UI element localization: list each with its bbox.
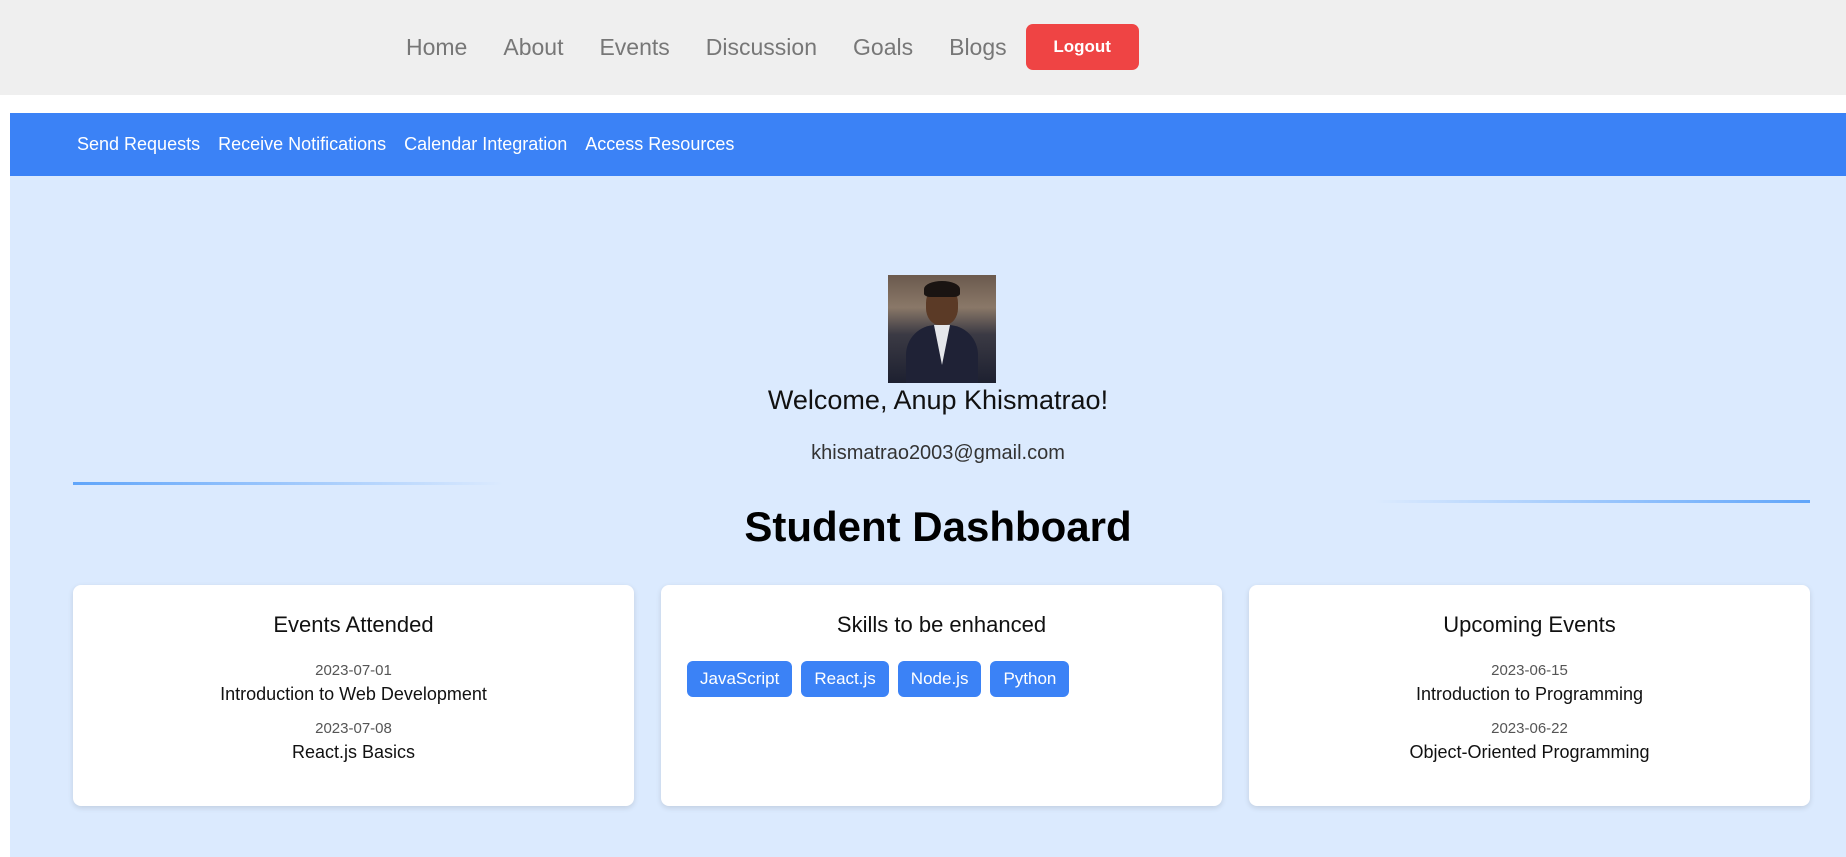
event-name: Introduction to Web Development [220,684,487,704]
nav-home-link[interactable]: Home [406,34,467,61]
skill-tag-javascript[interactable]: JavaScript [687,661,793,697]
event-date: 2023-06-22 [1491,720,1568,737]
logout-button[interactable]: Logout [1025,24,1139,70]
events-attended-title: Events Attended [273,612,434,637]
user-email: khismatrao2003@gmail.com [811,442,1065,464]
nav-goals-link[interactable]: Goals [853,34,913,61]
sub-navbar: Send Requests Receive Notifications Cale… [10,113,1846,176]
top-navbar: Home About Events Discussion Goals Blogs… [0,0,1846,95]
event-item: 2023-07-01 Introduction to Web Developme… [73,662,634,705]
welcome-heading: Welcome, Anup Khismatrao! [767,385,1109,415]
upcoming-events-title: Upcoming Events [1443,612,1616,637]
event-date: 2023-06-15 [1491,662,1568,679]
event-name: Introduction to Programming [1415,684,1644,704]
subnav-send-requests[interactable]: Send Requests [77,134,200,155]
nav-about-link[interactable]: About [503,34,563,61]
event-date: 2023-07-01 [315,662,392,679]
upcoming-events-card: Upcoming Events 2023-06-15 Introduction … [1249,585,1810,806]
event-name: React.js Basics [291,742,416,762]
nav-events-link[interactable]: Events [599,34,669,61]
subnav-access-resources[interactable]: Access Resources [585,134,734,155]
skill-tag-nodejs[interactable]: Node.js [897,661,982,697]
page-title: Student Dashboard [744,503,1132,550]
skill-tag-python[interactable]: Python [990,661,1070,697]
profile-avatar [888,275,996,383]
dashboard-main: Welcome, Anup Khismatrao! khismatrao2003… [10,176,1846,857]
event-item: 2023-06-22 Object-Oriented Programming [1249,720,1810,763]
nav-blogs-link[interactable]: Blogs [949,34,1007,61]
event-date: 2023-07-08 [315,720,392,737]
divider-left [73,482,503,485]
event-name: Object-Oriented Programming [1409,742,1650,762]
event-item: 2023-06-15 Introduction to Programming [1249,662,1810,705]
nav-discussion-link[interactable]: Discussion [706,34,817,61]
skill-tag-reactjs[interactable]: React.js [801,661,889,697]
skills-list: JavaScript React.js Node.js Python [687,661,1078,697]
events-attended-card: Events Attended 2023-07-01 Introduction … [73,585,634,806]
event-item: 2023-07-08 React.js Basics [73,720,634,763]
subnav-receive-notifications[interactable]: Receive Notifications [218,134,386,155]
subnav-calendar-integration[interactable]: Calendar Integration [404,134,567,155]
avatar-hair-shape [924,281,960,297]
top-nav-links: Home About Events Discussion Goals Blogs… [406,24,1139,70]
skills-title: Skills to be enhanced [836,612,1047,637]
skills-card: Skills to be enhanced JavaScript React.j… [661,585,1222,806]
